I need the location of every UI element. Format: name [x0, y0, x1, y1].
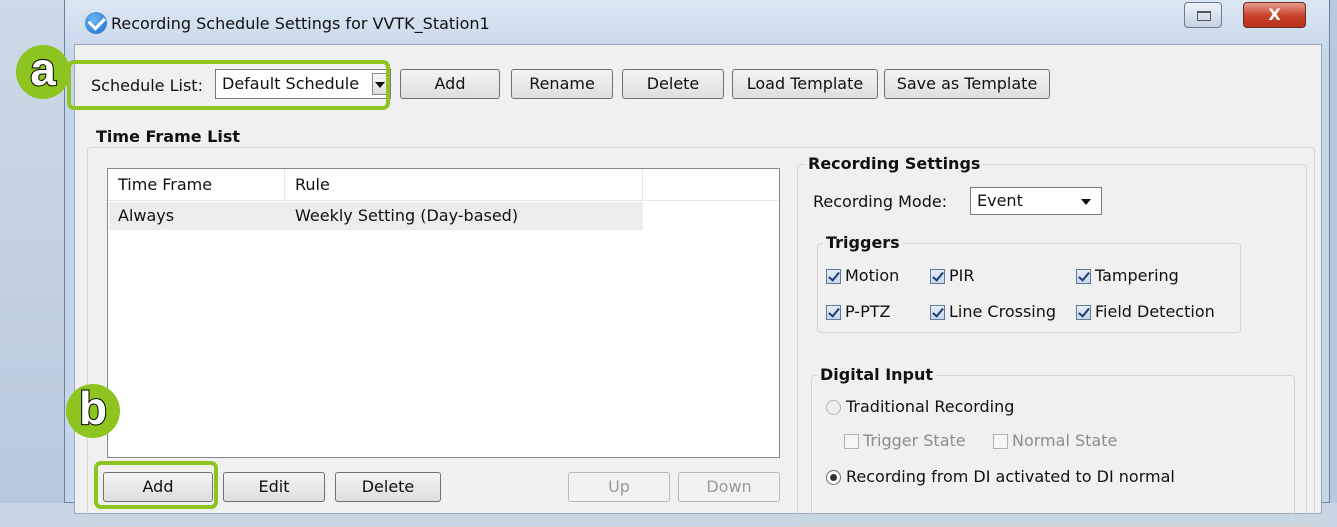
callout-a-highlight [67, 60, 390, 110]
dialog-client-area: Schedule List: Default Schedule Add Rena… [74, 44, 1322, 527]
close-button[interactable]: X [1243, 2, 1306, 28]
restore-button[interactable] [1184, 2, 1222, 28]
di-activated-label: Recording from DI activated to DI normal [846, 467, 1175, 486]
edit-time-frame-button[interactable]: Edit [223, 472, 325, 502]
app-logo-icon [85, 12, 107, 34]
time-frame-listview[interactable]: Time Frame Rule Always Weekly Setting (D… [107, 168, 780, 458]
tampering-checkbox[interactable] [1076, 269, 1091, 284]
field-detection-checkbox[interactable] [1076, 305, 1091, 320]
motion-checkbox[interactable] [826, 269, 841, 284]
line-crossing-label: Line Crossing [949, 302, 1057, 321]
callout-b-letter: b [78, 382, 108, 434]
delete-time-frame-button[interactable]: Delete [335, 472, 441, 502]
rename-schedule-button[interactable]: Rename [511, 69, 613, 99]
callout-a-badge: a [16, 43, 70, 99]
normal-state-label: Normal State [1012, 431, 1118, 450]
column-header-time-frame[interactable]: Time Frame [108, 169, 285, 201]
time-frame-list-title: Time Frame List [93, 127, 244, 146]
di-activated-radio[interactable] [826, 470, 841, 485]
normal-state-checkbox[interactable] [993, 434, 1008, 449]
field-detection-label: Field Detection [1095, 302, 1215, 321]
callout-a-letter: a [29, 43, 57, 95]
tampering-label: Tampering [1095, 266, 1179, 285]
rule-cell: Weekly Setting (Day-based) [295, 206, 519, 225]
line-crossing-checkbox[interactable] [930, 305, 945, 320]
pir-label: PIR [949, 266, 975, 285]
callout-b-badge: b [66, 382, 120, 438]
title-bar[interactable]: Recording Schedule Settings for VVTK_Sta… [65, 0, 1329, 44]
traditional-recording-radio[interactable] [826, 400, 841, 415]
delete-schedule-button[interactable]: Delete [622, 69, 724, 99]
p-ptz-checkbox[interactable] [826, 305, 841, 320]
trigger-state-label: Trigger State [863, 431, 966, 450]
recording-mode-value: Event [977, 191, 1023, 210]
recording-mode-label: Recording Mode: [813, 192, 948, 211]
callout-b-highlight [94, 461, 218, 509]
add-schedule-button[interactable]: Add [400, 69, 500, 99]
column-header-rule[interactable]: Rule [285, 169, 643, 201]
pir-checkbox[interactable] [930, 269, 945, 284]
move-up-button[interactable]: Up [568, 472, 670, 502]
close-icon: X [1268, 5, 1281, 24]
traditional-recording-label: Traditional Recording [846, 397, 1015, 416]
load-template-button[interactable]: Load Template [732, 69, 878, 99]
window-title: Recording Schedule Settings for VVTK_Sta… [111, 14, 490, 33]
time-frame-cell: Always [118, 206, 175, 225]
save-as-template-button[interactable]: Save as Template [884, 69, 1050, 99]
chevron-down-icon [1081, 199, 1091, 205]
digital-input-title: Digital Input [817, 365, 937, 384]
move-down-button[interactable]: Down [678, 472, 780, 502]
p-ptz-label: P-PTZ [845, 302, 891, 321]
triggers-title: Triggers [823, 233, 903, 252]
recording-settings-title: Recording Settings [805, 154, 984, 173]
table-row[interactable]: Always Weekly Setting (Day-based) [109, 202, 643, 230]
trigger-state-checkbox[interactable] [844, 434, 859, 449]
motion-label: Motion [845, 266, 900, 285]
restore-icon [1197, 11, 1211, 21]
listview-header: Time Frame Rule [108, 169, 779, 201]
recording-mode-dropdown[interactable]: Event [970, 187, 1102, 215]
